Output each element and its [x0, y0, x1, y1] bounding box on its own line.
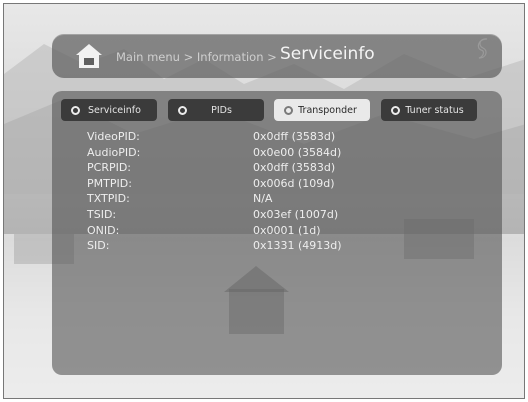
row-value: 0x0001 (1d)	[253, 223, 321, 237]
row-key: SID:	[87, 239, 110, 253]
row-key: PCRPID:	[87, 161, 132, 175]
row-value: 0x03ef (1007d)	[253, 207, 339, 221]
list-item: TSID: 0x03ef (1007d)	[87, 208, 487, 224]
row-key: VideoPID:	[87, 130, 140, 143]
info-panel: Serviceinfo PIDs Transponder Tuner statu…	[52, 91, 502, 375]
row-key: PMTPID:	[87, 176, 132, 190]
page-title: Serviceinfo	[280, 44, 375, 64]
list-item: AudioPID: 0x0e00 (3584d)	[87, 146, 487, 162]
row-value: 0x006d (109d)	[253, 176, 335, 190]
tab-label: Tuner status	[405, 104, 464, 116]
radio-icon	[391, 105, 400, 115]
tab-transponder[interactable]: Transponder	[274, 99, 370, 121]
row-value: 0x1331 (4913d)	[253, 239, 342, 253]
row-value: 0x0e00 (3584d)	[253, 145, 342, 159]
list-item: PCRPID: 0x0dff (3583d)	[87, 161, 487, 177]
header-bar: Main menu > Information > Serviceinfo	[52, 34, 502, 78]
brand-logo-icon	[477, 38, 488, 59]
list-item: TXTPID: N/A	[87, 192, 487, 208]
tv-screen: Main menu > Information > Serviceinfo Se…	[3, 3, 525, 399]
row-value: 0x0dff (3583d)	[253, 161, 336, 175]
row-key: TSID:	[87, 207, 117, 221]
list-item: SID: 0x1331 (4913d)	[87, 239, 487, 255]
radio-icon	[284, 105, 293, 115]
tab-tuner-status[interactable]: Tuner status	[381, 99, 477, 121]
row-key: AudioPID:	[87, 145, 141, 159]
home-icon[interactable]	[75, 43, 103, 69]
pid-list: VideoPID: 0x0dff (3583d) AudioPID: 0x0e00 …	[87, 130, 487, 255]
tab-label: PIDs	[211, 104, 232, 116]
tab-label: Serviceinfo	[88, 104, 141, 116]
tab-pids[interactable]: PIDs	[168, 99, 264, 121]
radio-icon	[178, 105, 187, 115]
row-key: ONID:	[87, 223, 120, 237]
row-value: 0x0dff (3583d)	[253, 130, 336, 143]
list-item: PMTPID: 0x006d (109d)	[87, 177, 487, 193]
list-item: VideoPID: 0x0dff (3583d)	[87, 130, 487, 146]
list-item: ONID: 0x0001 (1d)	[87, 224, 487, 240]
breadcrumb: Main menu > Information >	[116, 50, 277, 64]
tab-serviceinfo[interactable]: Serviceinfo	[61, 99, 157, 121]
tab-label: Transponder	[298, 104, 357, 116]
row-key: TXTPID:	[87, 192, 130, 206]
row-value: N/A	[253, 192, 273, 206]
radio-icon	[71, 105, 80, 115]
